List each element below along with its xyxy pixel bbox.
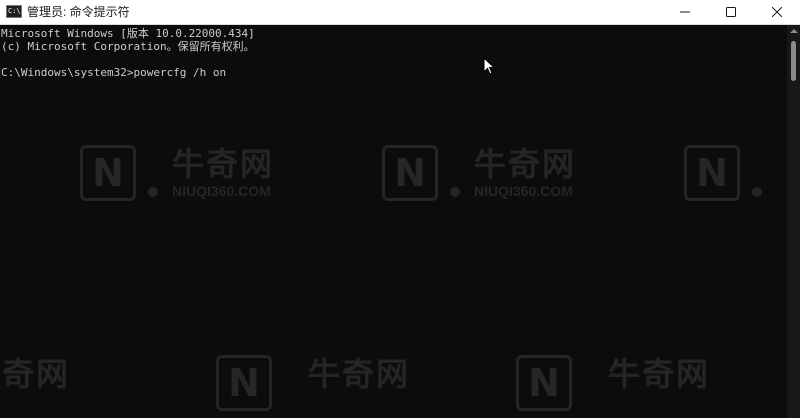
close-icon — [772, 7, 782, 17]
watermark-brand: 牛奇网 — [474, 146, 577, 182]
console-line: Microsoft Windows [版本 10.0.22000.434] — [1, 27, 255, 40]
watermark-logo-icon: N — [216, 355, 272, 411]
watermark: N 牛奇网 NIUQI360.COM — [80, 145, 300, 205]
watermark-logo-icon: N — [80, 145, 136, 201]
window-title: 管理员: 命令提示符 — [27, 5, 130, 19]
console-output[interactable]: N 牛奇网 NIUQI360.COM N 牛奇网 NIUQI360.COM N … — [0, 25, 787, 418]
watermark-brand: 牛奇网 — [608, 356, 711, 392]
maximize-icon — [726, 7, 736, 17]
watermark-logo-icon: N — [684, 145, 740, 201]
console-prompt-line: C:\Windows\system32>powercfg /h on — [1, 66, 227, 79]
scroll-up-arrow-icon[interactable] — [790, 29, 798, 33]
watermark-url: NIUQI360.COM — [172, 183, 271, 199]
watermark: N 牛奇网 — [516, 355, 736, 415]
watermark: N 牛奇网 NIUQI360.COM — [382, 145, 602, 205]
title-bar[interactable]: C:\ 管理员: 命令提示符 — [0, 0, 800, 25]
minimize-button[interactable] — [662, 0, 708, 24]
watermark-brand: 牛奇网 — [172, 146, 275, 182]
watermark: N 牛奇网 — [216, 355, 436, 415]
maximize-button[interactable] — [708, 0, 754, 24]
scrollbar-thumb[interactable] — [791, 41, 796, 81]
watermark-brand: 牛奇网 — [308, 356, 411, 392]
watermark: N — [684, 145, 787, 205]
watermark-logo-icon: N — [516, 355, 572, 411]
watermark-url: NIUQI360.COM — [474, 183, 573, 199]
watermark: 奇网 — [2, 355, 122, 415]
minimize-icon — [680, 11, 690, 13]
vertical-scrollbar[interactable] — [787, 25, 800, 418]
watermark-dot — [450, 187, 460, 197]
close-button[interactable] — [754, 0, 800, 24]
mouse-pointer-icon — [483, 57, 495, 75]
watermark-logo-icon: N — [382, 145, 438, 201]
watermark-brand: 奇网 — [2, 356, 71, 392]
cmd-app-icon: C:\ — [6, 5, 22, 18]
watermark-dot — [752, 187, 762, 197]
watermark-dot — [148, 187, 158, 197]
console-line: (c) Microsoft Corporation。保留所有权利。 — [1, 40, 255, 53]
